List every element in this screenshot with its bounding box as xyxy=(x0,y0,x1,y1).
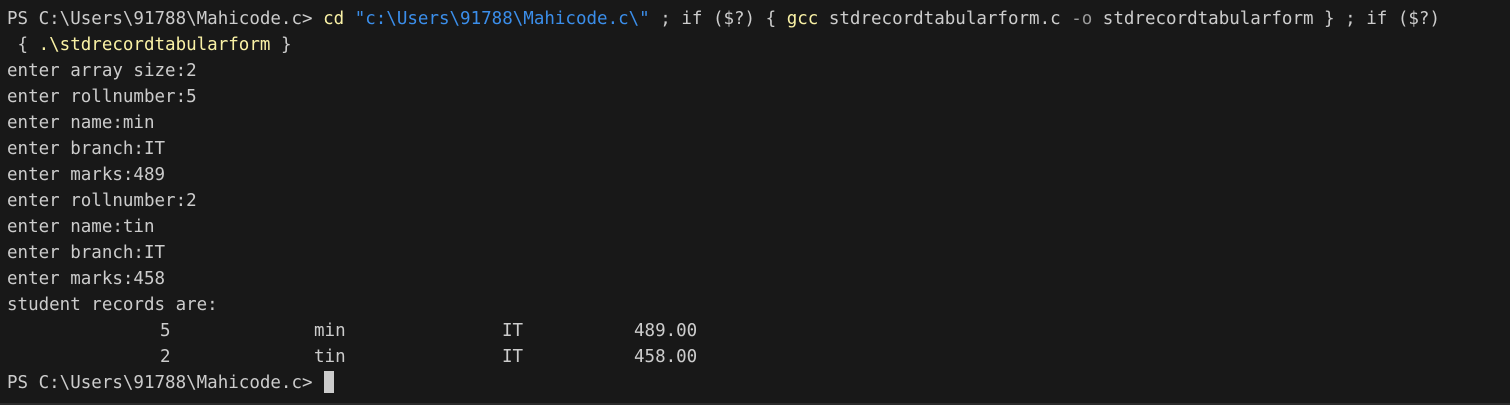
terminal-window[interactable]: PS C:\Users\91788\Mahicode.c> cd "c:\Use… xyxy=(0,0,1510,405)
output-line: enter name:tin xyxy=(7,217,155,237)
record-row: 5 min IT 489.00 xyxy=(7,318,1510,344)
record-branch: IT xyxy=(502,347,524,367)
record-branch: IT xyxy=(502,321,524,341)
gcc-command: gcc xyxy=(786,9,819,29)
text-cursor xyxy=(324,371,335,393)
cd-command: cd xyxy=(323,9,345,29)
output-line: enter marks:489 xyxy=(7,165,166,185)
record-row: 2 tin IT 458.00 xyxy=(7,344,1510,370)
output-line: enter name:min xyxy=(7,113,155,133)
output-line: student records are: xyxy=(7,295,218,315)
record-name: min xyxy=(314,321,346,341)
record-marks: 489.00 xyxy=(634,321,698,341)
prompt: PS C:\Users\91788\Mahicode.c> xyxy=(7,9,324,29)
if-keyword: if xyxy=(1366,9,1388,29)
path-string: "c:\Users\91788\Mahicode.c\" xyxy=(354,9,650,29)
record-roll: 5 xyxy=(160,321,171,341)
output-line: enter rollnumber:5 xyxy=(7,87,197,107)
output-line: enter marks:458 xyxy=(7,269,166,289)
condition: ($?) xyxy=(702,9,766,29)
output-flag: -o xyxy=(1071,9,1093,29)
record-marks: 458.00 xyxy=(634,347,698,367)
final-prompt-line[interactable]: PS C:\Users\91788\Mahicode.c> xyxy=(7,370,1510,396)
prompt: PS C:\Users\91788\Mahicode.c> xyxy=(7,373,324,393)
output-line: enter rollnumber:2 xyxy=(7,191,197,211)
command-line: PS C:\Users\91788\Mahicode.c> cd "c:\Use… xyxy=(7,9,1440,29)
output-line: enter branch:IT xyxy=(7,243,166,263)
if-keyword: if xyxy=(681,9,703,29)
record-name: tin xyxy=(314,347,346,367)
record-roll: 2 xyxy=(160,347,171,367)
condition: ($?) xyxy=(1387,9,1440,29)
output-line: enter array size:2 xyxy=(7,61,197,81)
run-executable: .\stdrecordtabularform xyxy=(38,35,271,55)
output-line: enter branch:IT xyxy=(7,139,166,159)
command-line-wrap: { .\stdrecordtabularform } xyxy=(7,35,292,55)
